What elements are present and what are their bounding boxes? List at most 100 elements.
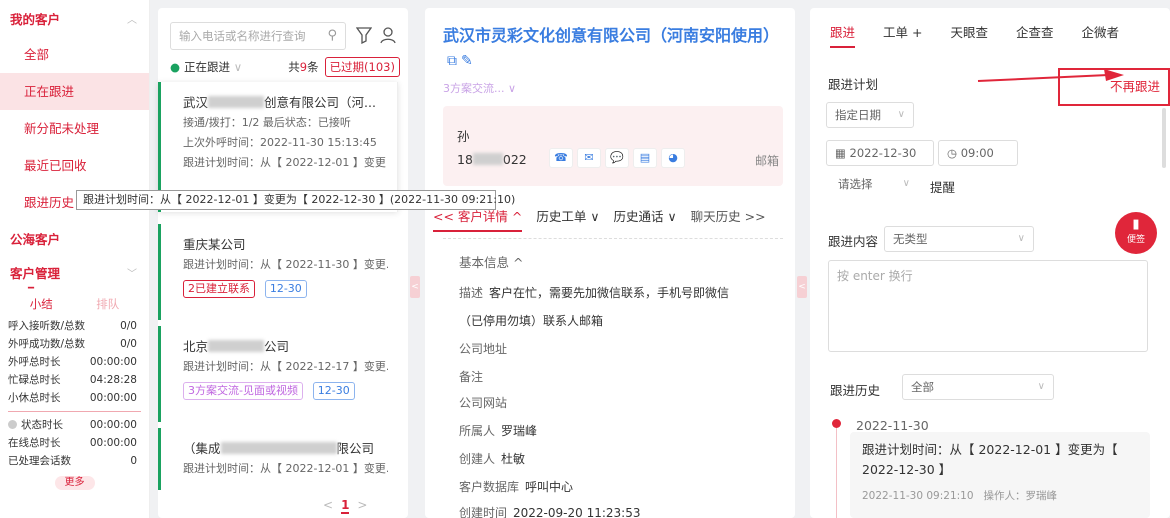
wechat-icon[interactable]: ◕ — [661, 148, 685, 168]
plan-change: 跟进计划时间：从【 2022-12-17 】变更... — [183, 360, 388, 373]
plan-change: 跟进计划时间：从【 2022-12-01 】变更... — [183, 156, 387, 169]
count-suffix: 条 — [307, 60, 319, 74]
page-number[interactable]: 1 — [341, 498, 350, 514]
field-label: 客户数据库 — [459, 480, 520, 494]
stage-tag: 2已建立联系 — [183, 280, 255, 298]
history-filter-select[interactable]: 全部 ∨ — [902, 374, 1054, 400]
search-icon[interactable]: ⚲ — [327, 23, 337, 49]
field-label: 创建时间 — [459, 506, 508, 518]
fab-label: 便签 — [1126, 235, 1145, 245]
chevron-down-icon: ∨ — [1017, 233, 1025, 244]
my-customers-group[interactable]: 我的客户 ︿ — [0, 0, 149, 36]
tag-row: 2已建立联系 12-30 — [183, 276, 388, 304]
list-item[interactable]: 北京 公司 跟进计划时间：从【 2022-12-17 】变更... 3方案交流-见… — [158, 326, 398, 422]
collapse-right-handle[interactable]: < — [797, 276, 807, 298]
tab-summary[interactable]: 小结 — [30, 296, 53, 312]
date-mode-value: 指定日期 — [835, 108, 881, 122]
date-tag: 12-30 — [264, 280, 307, 298]
field-value: 2022-09-20 11:23:53 — [513, 506, 641, 518]
tab-queue[interactable]: 排队 — [96, 296, 119, 312]
user-icon[interactable] — [380, 26, 396, 44]
stat-label-wrap: 小休总时长 — [8, 389, 61, 407]
detail-field: 备注 — [459, 368, 489, 385]
copy-icon[interactable]: ⧉ — [447, 53, 457, 69]
tab-ticket[interactable]: 工单 + — [883, 22, 922, 48]
prev-page-icon[interactable]: < — [323, 498, 333, 512]
tab-qichacha[interactable]: 企查查 — [1016, 22, 1054, 48]
scrollbar[interactable] — [1162, 108, 1166, 168]
more-button[interactable]: 更多 — [54, 476, 95, 490]
stat-row: 外呼成功数/总数 0/0 — [0, 335, 149, 353]
call-icon[interactable]: ☎ — [549, 148, 573, 168]
redacted-text — [220, 442, 337, 454]
history-meta: 2022-11-30 09:21:10 操作人：罗瑞峰 — [862, 488, 1138, 503]
sms-icon[interactable]: ✉ — [577, 148, 601, 168]
next-page-icon[interactable]: > — [357, 498, 367, 512]
search-input[interactable]: 输入电话或名称进行查询 ⚲ — [170, 22, 346, 50]
summary-tabs: ━ 小结 排队 — [0, 283, 149, 317]
field-value: 呼叫中心 — [525, 480, 574, 494]
filter-icon[interactable] — [356, 26, 372, 44]
notes-fab[interactable]: ▮ 便签 — [1115, 212, 1157, 254]
date-mode-select[interactable]: 指定日期 ∨ — [826, 102, 914, 128]
redacted-text — [472, 153, 503, 165]
list-item[interactable]: （集成 限公司 跟进计划时间：从【 2022-12-01 】变更... — [158, 428, 398, 490]
sidebar-item-all[interactable]: 全部 — [0, 36, 149, 73]
stat-row: 已处理会话数 0 — [0, 452, 149, 470]
chat-icon[interactable]: 💬 — [605, 148, 629, 168]
list-item[interactable]: 重庆某公司 跟进计划时间：从【 2022-11-30 】变更... 2已建立联系… — [158, 224, 398, 320]
annotation-arrow — [977, 69, 1124, 82]
time-picker[interactable]: ◷ 09:00 — [938, 140, 1018, 166]
content-type-value: 无类型 — [893, 232, 928, 246]
tab-followup[interactable]: 跟进 — [830, 22, 856, 48]
phone-part: 18 — [457, 152, 473, 167]
tab-chat-history[interactable]: 聊天历史 >> — [691, 206, 766, 232]
stat-row: 外呼总时长 00:00:00 — [0, 353, 149, 371]
overdue-button[interactable]: 已过期(103) — [324, 57, 400, 77]
tab-history-calls[interactable]: 历史通话 ∨ — [614, 206, 677, 232]
field-label: 所属人 — [459, 424, 496, 438]
edit-icon[interactable]: ✎ — [461, 53, 473, 69]
stat-row: 在线总时长 00:00:00 — [0, 434, 149, 452]
date-picker[interactable]: ▦ 2022-12-30 — [826, 140, 934, 166]
customer-mgmt-group[interactable]: 客户管理 ﹀ — [0, 255, 149, 289]
stage-dropdown[interactable]: 3方案交流... ∨ — [443, 80, 516, 96]
remind-select[interactable]: 请选择 ∨ — [830, 172, 918, 198]
name-part: 公司 — [264, 339, 290, 354]
detail-field: 客户数据库 呼叫中心 — [459, 478, 573, 495]
date-tag: 12-30 — [312, 382, 355, 400]
stat-value: 00:00:00 — [89, 437, 137, 449]
public-customers-group[interactable]: 公海客户 — [0, 221, 149, 255]
contact-name: 孙 — [457, 129, 470, 144]
chevron-down-icon: ∨ — [233, 60, 243, 74]
tag-row: 3方案交流-见面或视频 12-30 — [183, 378, 388, 406]
more-icon[interactable]: ▤ — [633, 148, 657, 168]
stat-value: 00:00:00 — [89, 392, 137, 404]
stat-label: 忙碌总时长 — [8, 374, 61, 386]
count-prefix: 共 — [288, 60, 300, 74]
stat-label-wrap: 状态时长 — [8, 416, 63, 434]
tab-wecom[interactable]: 企微者 — [1082, 22, 1120, 48]
sidebar-item-following[interactable]: 正在跟进 — [0, 73, 149, 110]
field-label: 描述 — [459, 286, 484, 300]
content-textarea[interactable]: 按 enter 换行 — [828, 260, 1148, 352]
tab-tianyancha[interactable]: 天眼查 — [950, 22, 988, 48]
redacted-text — [208, 96, 265, 108]
stat-label-wrap: 已处理会话数 — [8, 452, 71, 470]
sidebar-item-recently-recycled[interactable]: 最近已回收 — [0, 147, 149, 184]
collapse-left-handle[interactable]: < — [410, 276, 420, 298]
status-icon — [8, 420, 17, 429]
sidebar-item-new-unprocessed[interactable]: 新分配未处理 — [0, 110, 149, 147]
remind-placeholder: 请选择 — [838, 177, 873, 191]
content-type-select[interactable]: 无类型 ∨ — [884, 226, 1034, 252]
sidebar: 我的客户 ︿ 全部 正在跟进 新分配未处理 最近已回收 跟进历史 公海客户 客户… — [0, 0, 150, 518]
pagination: <1 > — [323, 498, 367, 514]
basic-info-toggle[interactable]: 基本信息 ^ — [459, 252, 523, 271]
stat-label-wrap: 在线总时长 — [8, 434, 61, 452]
contact-actions: ☎ ✉ 💬 ▤ ◕ — [549, 148, 685, 168]
tab-history-tickets[interactable]: 历史工单 ∨ — [536, 206, 599, 232]
stat-value: 0/0 — [120, 320, 137, 332]
stat-label-wrap: 忙碌总时长 — [8, 371, 61, 389]
status-filter[interactable]: 正在跟进 ∨ — [184, 59, 242, 75]
detail-field: 所属人 罗瑞峰 — [459, 422, 537, 439]
